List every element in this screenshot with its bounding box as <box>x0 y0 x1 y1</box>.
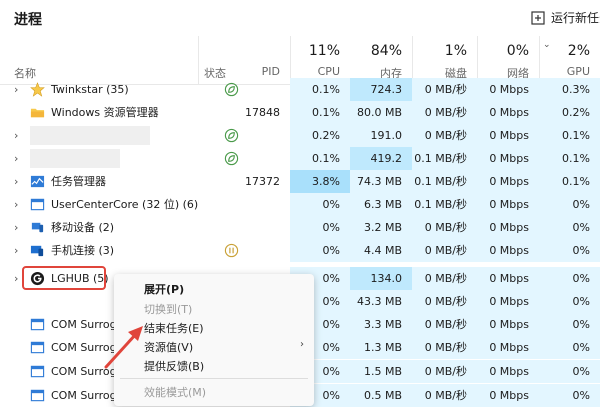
arrow-annotation-icon <box>104 326 143 369</box>
